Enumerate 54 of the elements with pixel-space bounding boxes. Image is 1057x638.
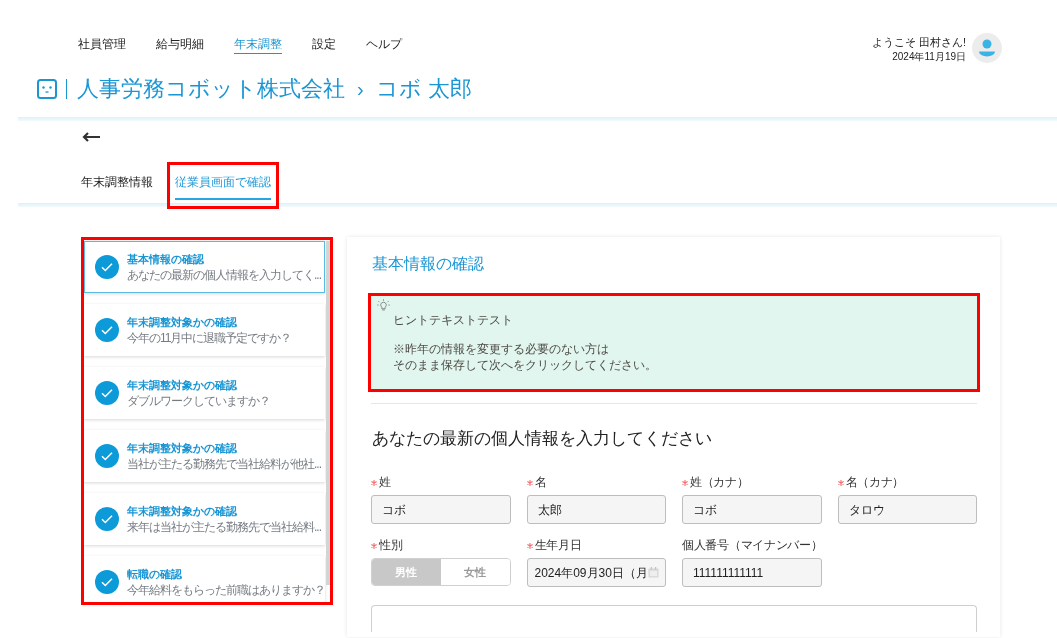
scrollbar-thumb[interactable] [326,241,330,585]
step-title: 基本情報の確認 [127,251,205,267]
nav-link[interactable]: 社員管理 [78,37,126,54]
step-subtitle: ダブルワークしていますか？ [127,392,270,409]
section-title: 基本情報の確認 [371,254,485,274]
text-input[interactable]: 111111111111 [682,558,822,587]
field-label: 生年月日 [534,538,582,553]
nav-link[interactable]: 年末調整 [234,37,282,54]
company-title: 人事労務コボット株式会社 [77,75,345,103]
step-subtitle: 当社が主たる勤務先で当社給料が他社... [127,455,321,472]
employee-title: コボ 太郎 [375,75,472,103]
calendar-icon[interactable] [647,567,659,578]
back-arrow-icon[interactable] [82,132,100,142]
welcome-text: ようこそ 田村さん! [871,34,966,50]
user-avatar-icon[interactable] [972,33,1002,63]
input-field[interactable] [371,605,977,632]
field-label: 名（カナ） [845,475,904,490]
breadcrumb-separator: › [357,77,364,102]
nav-link[interactable]: 給与明細 [156,37,204,54]
tab[interactable]: 年末調整情報 [81,165,153,200]
text-input[interactable]: タロウ [837,495,977,524]
date-input[interactable]: 2024年09月30日（月 [526,558,666,587]
nav-link[interactable]: ヘルプ [366,37,402,54]
text-input[interactable]: 太郎 [526,495,666,524]
form-heading: あなたの最新の個人情報を入力してください [371,428,713,450]
field-label: 姓（カナ） [690,475,749,490]
date-text: 2024年11月19日 [892,49,966,63]
step-card[interactable]: 基本情報の確認 あなたの最新の個人情報を入力してく... [84,241,325,293]
lightbulb-icon [377,299,390,312]
hint-text: そのまま保存して次へをクリックしてください。 [393,357,658,373]
hint-text: ヒントテキストテスト [393,312,514,328]
field-label: 個人番号（マイナンバー） [682,538,823,553]
step-title: 年末調整対象かの確認 [127,503,238,519]
step-subtitle: 今年給料をもらった前職はありますか？ [127,581,325,598]
step-card[interactable]: 年末調整対象かの確認 ダブルワークしていますか？ [84,367,325,419]
step-subtitle: 来年は当社が主たる勤務先で当社給料... [127,518,321,535]
nav-link[interactable]: 設定 [312,37,336,54]
field-label: 性別 [379,538,403,553]
step-subtitle: あなたの最新の個人情報を入力してく... [127,266,321,283]
robot-face-logo-icon [37,79,57,99]
hint-text: ※昨年の情報を変更する必要のない方は [393,341,610,357]
step-title: 転職の確認 [127,566,183,582]
text-input[interactable]: コボ [682,495,822,524]
step-card[interactable]: 年末調整対象かの確認 来年は当社が主たる勤務先で当社給料... [84,493,325,545]
field-label: 名 [534,475,547,490]
step-card[interactable]: 転職の確認 今年給料をもらった前職はありますか？ [84,556,325,602]
step-card[interactable]: 年末調整対象かの確認 今年の11月中に退職予定ですか？ [84,304,325,356]
step-title: 年末調整対象かの確認 [127,440,238,456]
step-title: 年末調整対象かの確認 [127,377,238,393]
step-card[interactable]: 年末調整対象かの確認 当社が主たる勤務先で当社給料が他社... [84,430,325,482]
step-title: 年末調整対象かの確認 [127,314,238,330]
text-input[interactable]: コボ [371,495,511,524]
field-label: 姓 [379,475,391,490]
step-subtitle: 今年の11月中に退職予定ですか？ [127,329,292,346]
